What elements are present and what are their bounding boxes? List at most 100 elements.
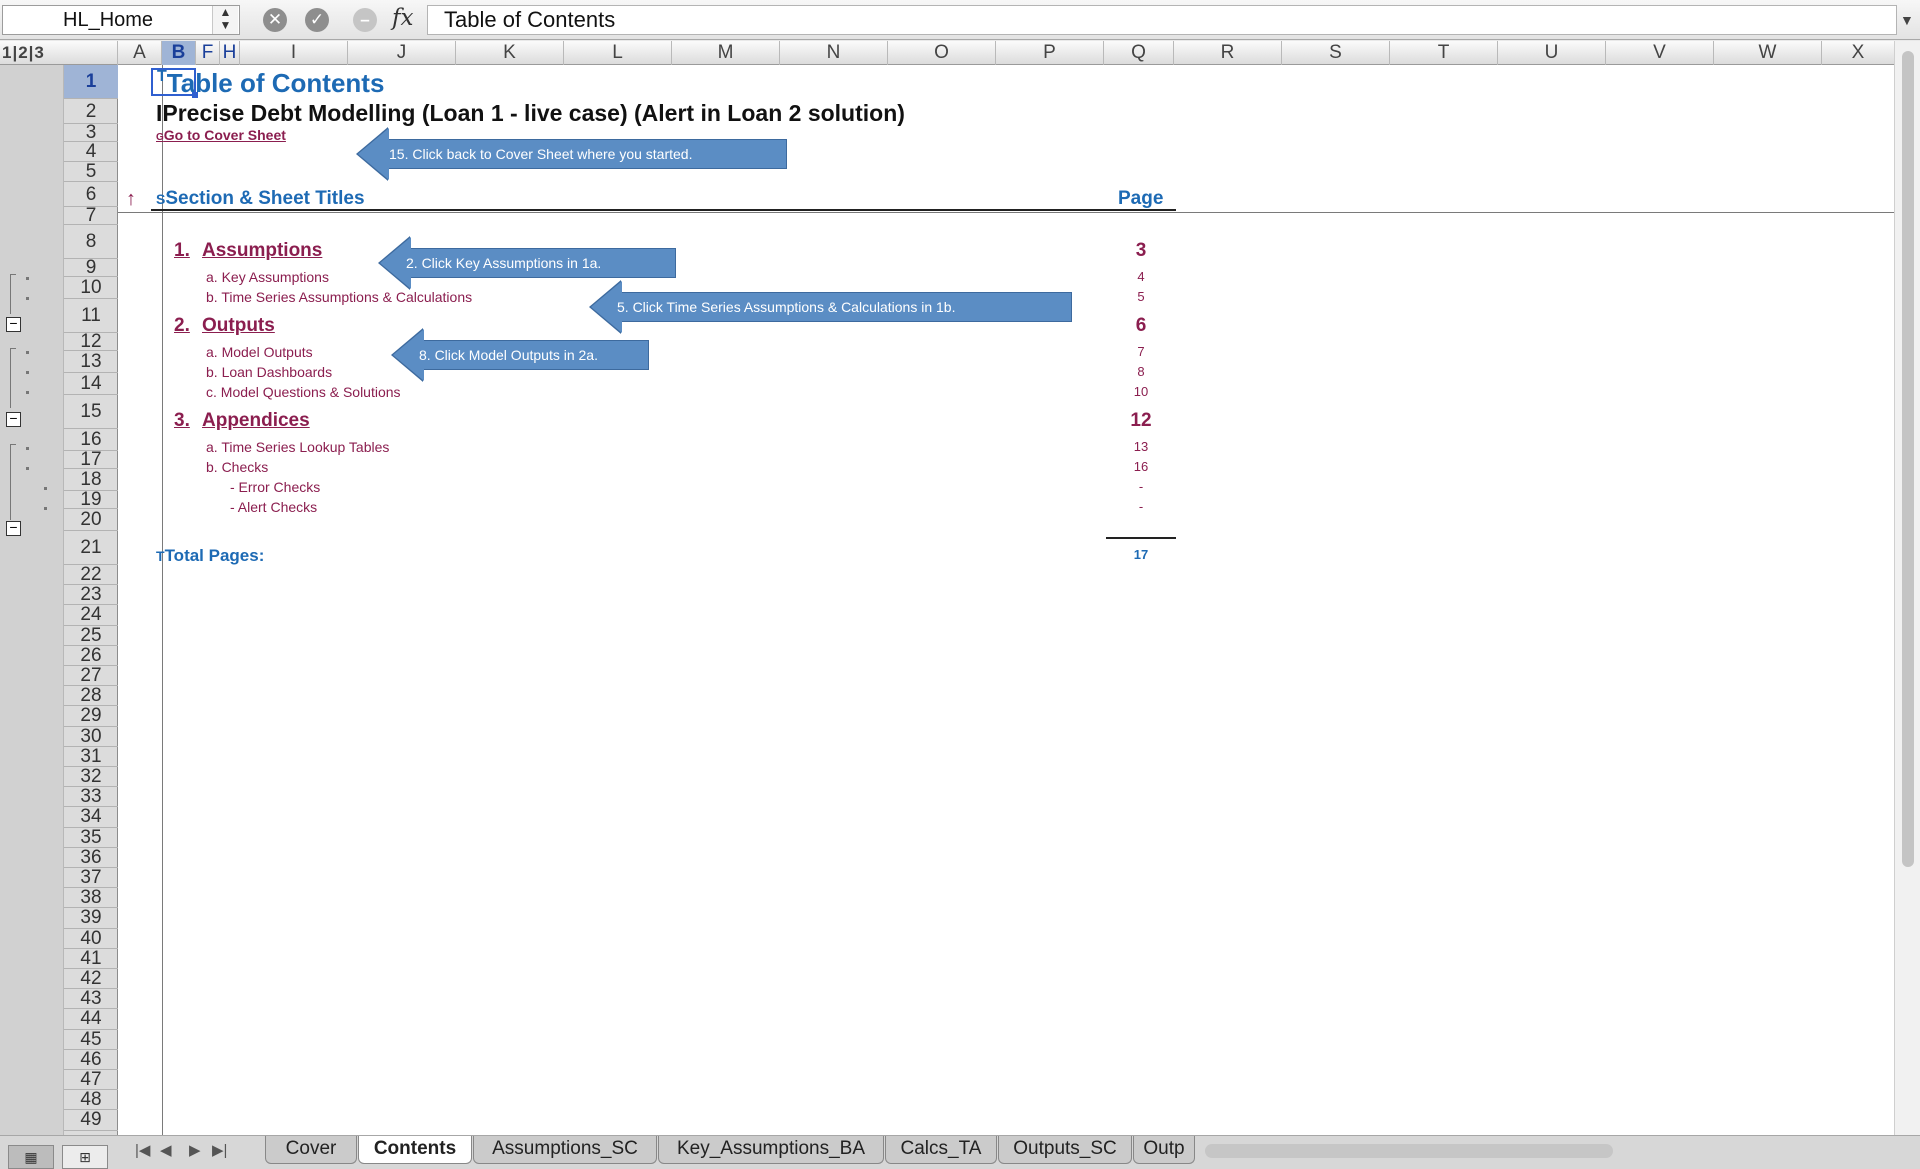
row-header-cell[interactable]: 2 bbox=[64, 99, 118, 124]
column-header-cell[interactable]: W bbox=[1714, 41, 1822, 65]
fill-handle[interactable] bbox=[192, 92, 198, 98]
column-header-cell[interactable]: N bbox=[780, 41, 888, 65]
row-header-cell[interactable]: 29 bbox=[64, 706, 118, 727]
outline-collapse-button[interactable]: − bbox=[6, 316, 21, 332]
row-header-cell[interactable]: 31 bbox=[64, 746, 118, 767]
row-header-cell[interactable]: 6 bbox=[64, 182, 118, 207]
row-header-cell[interactable]: 38 bbox=[64, 887, 118, 909]
normal-view-icon[interactable]: ▦ bbox=[8, 1145, 54, 1169]
row-header-cell[interactable]: 39 bbox=[64, 908, 118, 929]
next-sheet-icon[interactable]: ▶ bbox=[189, 1141, 201, 1159]
section-1b-link[interactable]: b. Time Series Assumptions & Calculation… bbox=[206, 289, 472, 305]
row-header-cell[interactable]: 21 bbox=[64, 531, 118, 565]
section-2-number[interactable]: 2. bbox=[174, 315, 190, 337]
row-header-cell[interactable]: 8 bbox=[64, 225, 118, 259]
sheet-tab-outputs-sc[interactable]: Outputs_SC bbox=[998, 1136, 1132, 1164]
column-header-cell[interactable]: H bbox=[220, 41, 240, 65]
column-header-cell[interactable]: B bbox=[162, 41, 196, 65]
confirm-icon[interactable]: ✓ bbox=[305, 8, 329, 32]
row-header-cell[interactable]: 43 bbox=[64, 988, 118, 1010]
row-header-cell[interactable]: 12 bbox=[64, 332, 118, 351]
section-2c-link[interactable]: c. Model Questions & Solutions bbox=[206, 384, 401, 400]
row-header-cell[interactable]: 13 bbox=[64, 351, 118, 373]
sheet-tab-calcs-ta[interactable]: Calcs_TA bbox=[885, 1136, 997, 1164]
row-header-cell[interactable]: 34 bbox=[64, 807, 118, 828]
fx-icon[interactable]: fx bbox=[392, 5, 413, 31]
row-header-cell[interactable]: 46 bbox=[64, 1049, 118, 1070]
function-wizard-icon[interactable]: – bbox=[353, 8, 377, 32]
row-header-cell[interactable]: 33 bbox=[64, 786, 118, 808]
column-header-cell[interactable]: Q bbox=[1104, 41, 1174, 65]
column-header-cell[interactable]: V bbox=[1606, 41, 1714, 65]
row-header-cell[interactable]: 27 bbox=[64, 665, 118, 687]
row-header-cell[interactable]: 11 bbox=[64, 299, 118, 333]
column-header-cell[interactable]: P bbox=[996, 41, 1104, 65]
row-header-cell[interactable]: 48 bbox=[64, 1089, 118, 1111]
section-3-number[interactable]: 3. bbox=[174, 410, 190, 432]
sheet-tab-cover[interactable]: Cover bbox=[265, 1136, 357, 1164]
row-header-cell[interactable]: 37 bbox=[64, 867, 118, 889]
column-header-cell[interactable]: T bbox=[1390, 41, 1498, 65]
column-header-cell[interactable]: S bbox=[1282, 41, 1390, 65]
sheet-tab-key-assumptions-ba[interactable]: Key_Assumptions_BA bbox=[658, 1136, 884, 1164]
row-header-cell[interactable]: 1 bbox=[64, 65, 118, 99]
column-header-cell[interactable]: A bbox=[118, 41, 162, 65]
section-3a-link[interactable]: a. Time Series Lookup Tables bbox=[206, 439, 389, 455]
column-header-cell[interactable]: I bbox=[240, 41, 348, 65]
first-sheet-icon[interactable]: |◀ bbox=[135, 1141, 150, 1159]
section-1a-link[interactable]: a. Key Assumptions bbox=[206, 269, 329, 285]
outline-collapse-button[interactable]: − bbox=[6, 520, 21, 536]
alert-checks-link[interactable]: - Alert Checks bbox=[230, 499, 317, 515]
row-header-cell[interactable]: 41 bbox=[64, 948, 118, 969]
row-header-cell[interactable]: 9 bbox=[64, 258, 118, 277]
vertical-scrollbar[interactable] bbox=[1894, 41, 1920, 1135]
column-header-cell[interactable]: F bbox=[196, 41, 220, 65]
formula-dropdown-icon[interactable]: ▼ bbox=[1900, 12, 1914, 28]
row-header-cell[interactable]: 15 bbox=[64, 395, 118, 429]
name-box-stepper-icon[interactable]: ▲ ▼ bbox=[212, 6, 238, 34]
column-header-cell[interactable]: R bbox=[1174, 41, 1282, 65]
row-header-cell[interactable]: 19 bbox=[64, 490, 118, 509]
row-header-cell[interactable]: 3 bbox=[64, 123, 118, 142]
section-2a-link[interactable]: a. Model Outputs bbox=[206, 344, 313, 360]
worksheet-grid[interactable] bbox=[118, 65, 1894, 1135]
column-header-cell[interactable]: J bbox=[348, 41, 456, 65]
section-2b-link[interactable]: b. Loan Dashboards bbox=[206, 364, 332, 380]
column-header-cell[interactable]: O bbox=[888, 41, 996, 65]
section-1-number[interactable]: 1. bbox=[174, 240, 190, 262]
row-header-cell[interactable]: 10 bbox=[64, 277, 118, 299]
sheet-tab-outp[interactable]: Outp bbox=[1133, 1136, 1195, 1164]
go-to-cover-link[interactable]: GGo to Cover Sheet bbox=[156, 127, 286, 143]
row-header-cell[interactable]: 45 bbox=[64, 1029, 118, 1050]
row-header-cell[interactable]: 30 bbox=[64, 726, 118, 747]
sheet-tab-assumptions-sc[interactable]: Assumptions_SC bbox=[473, 1136, 657, 1164]
column-header-cell[interactable]: M bbox=[672, 41, 780, 65]
active-cell-selection[interactable] bbox=[151, 68, 196, 96]
horizontal-scroll-thumb[interactable] bbox=[1205, 1144, 1613, 1158]
row-header-cell[interactable]: 40 bbox=[64, 928, 118, 949]
outline-collapse-button[interactable]: − bbox=[6, 411, 21, 427]
row-header-cell[interactable]: 28 bbox=[64, 685, 118, 707]
row-header-cell[interactable]: 5 bbox=[64, 162, 118, 182]
column-header-cell[interactable]: K bbox=[456, 41, 564, 65]
row-header-cell[interactable]: 44 bbox=[64, 1009, 118, 1030]
outline-level-buttons[interactable]: 1|2|3 bbox=[2, 43, 45, 63]
section-1-title[interactable]: Assumptions bbox=[202, 240, 322, 262]
row-header-cell[interactable]: 7 bbox=[64, 206, 118, 225]
select-all-corner[interactable] bbox=[64, 41, 118, 65]
section-3b-link[interactable]: b. Checks bbox=[206, 459, 268, 475]
row-header-cell[interactable]: 24 bbox=[64, 605, 118, 626]
row-header-cell[interactable]: 25 bbox=[64, 625, 118, 646]
row-header-cell[interactable]: 23 bbox=[64, 584, 118, 606]
row-header-cell[interactable]: 18 bbox=[64, 469, 118, 491]
section-2-title[interactable]: Outputs bbox=[202, 315, 275, 337]
row-header-cell[interactable]: 14 bbox=[64, 373, 118, 395]
up-arrow-icon[interactable]: ↑ bbox=[126, 188, 136, 211]
formula-input[interactable]: Table of Contents bbox=[427, 5, 1897, 35]
row-header-cell[interactable]: 47 bbox=[64, 1069, 118, 1091]
sheet-tab-contents[interactable]: Contents bbox=[358, 1136, 472, 1164]
section-3-title[interactable]: Appendices bbox=[202, 410, 310, 432]
row-header-cell[interactable]: 22 bbox=[64, 564, 118, 586]
row-header-cell[interactable]: 4 bbox=[64, 142, 118, 162]
vertical-scroll-thumb[interactable] bbox=[1902, 51, 1914, 867]
